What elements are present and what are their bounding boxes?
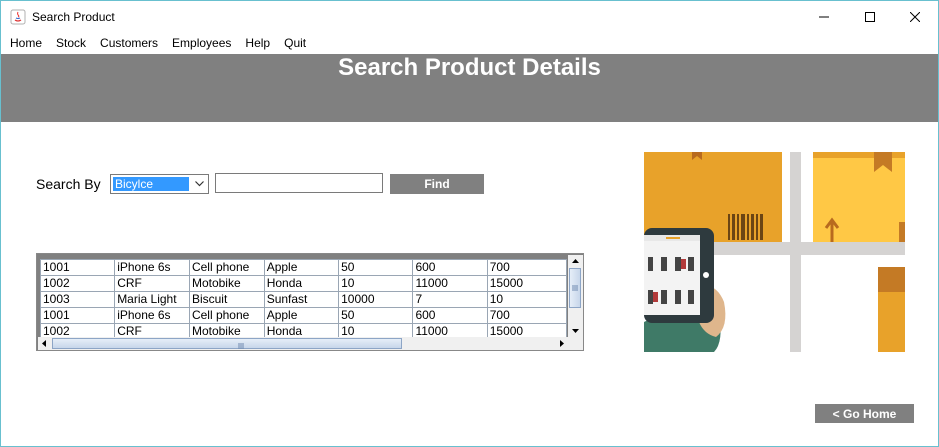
scroll-left-button[interactable] (38, 337, 50, 350)
dropdown-arrow[interactable] (190, 175, 208, 193)
table-row[interactable]: 1002 CRF Motobike Honda 10 11000 15000 (40, 275, 567, 292)
table-cell[interactable]: Motobike (188, 323, 265, 337)
table-cell[interactable]: 11000 (412, 323, 488, 337)
table-cell[interactable]: Apple (263, 259, 340, 276)
chevron-down-icon (194, 181, 204, 187)
results-table: 1001 iPhone 6s Cell phone Apple 50 600 700 1002… (40, 259, 567, 337)
menu-stock[interactable]: Stock (49, 33, 93, 53)
table-cell[interactable]: Honda (263, 275, 340, 292)
table-row[interactable]: 1003 Maria Light Biscuit Sunfast 10000 7 10 (40, 291, 567, 308)
table-cell[interactable]: 7 (412, 291, 488, 308)
table-cell[interactable]: 10 (338, 323, 414, 337)
scrollbar-corner (568, 337, 583, 350)
menu-employees[interactable]: Employees (165, 33, 238, 53)
table-cell[interactable]: Biscuit (188, 291, 265, 308)
minimize-icon (819, 16, 829, 18)
java-app-icon (10, 9, 26, 25)
menu-home[interactable]: Home (3, 33, 49, 53)
table-cell[interactable]: CRF (114, 275, 190, 292)
table-cell[interactable]: Motobike (188, 275, 265, 292)
arrow-up-icon (572, 259, 579, 263)
menu-bar: Home Stock Customers Employees Help Quit (1, 33, 938, 53)
table-cell[interactable]: 15000 (486, 323, 567, 337)
table-cell[interactable]: 1002 (40, 275, 116, 292)
table-row[interactable]: 1001 iPhone 6s Cell phone Apple 50 600 700 (40, 307, 567, 324)
find-button[interactable]: Find (390, 174, 484, 194)
close-button[interactable] (892, 1, 938, 33)
search-by-label: Search By (36, 176, 101, 192)
results-table-scrollpane: 1001 iPhone 6s Cell phone Apple 50 600 700 1002… (36, 253, 584, 351)
scroll-right-button[interactable] (556, 337, 568, 350)
vertical-scroll-thumb[interactable] (569, 268, 581, 308)
table-cell[interactable]: 10000 (338, 291, 414, 308)
arrow-left-icon (42, 340, 46, 347)
horizontal-scroll-thumb[interactable] (52, 338, 402, 349)
maximize-icon (865, 12, 875, 22)
window-title: Search Product (32, 10, 115, 24)
app-window: Search Product Home Stock Customers Empl… (0, 0, 939, 447)
table-cell[interactable]: 1001 (40, 259, 116, 276)
scroll-down-button[interactable] (568, 325, 583, 337)
table-cell[interactable]: 600 (412, 259, 488, 276)
table-row[interactable]: 1001 iPhone 6s Cell phone Apple 50 600 700 (40, 259, 567, 276)
search-by-selected-value: Bicylce (112, 176, 190, 192)
table-cell[interactable]: Cell phone (188, 307, 265, 324)
vertical-scrollbar[interactable] (568, 255, 583, 337)
menu-help[interactable]: Help (238, 33, 277, 53)
table-cell[interactable]: Cell phone (188, 259, 265, 276)
table-cell[interactable]: Apple (263, 307, 340, 324)
table-cell[interactable]: 10 (486, 291, 567, 308)
table-cell[interactable]: Maria Light (114, 291, 190, 308)
search-input[interactable] (215, 173, 383, 193)
table-cell[interactable]: CRF (114, 323, 190, 337)
minimize-button[interactable] (801, 1, 847, 33)
table-cell[interactable]: 1001 (40, 307, 116, 324)
page-title: Search Product Details (338, 54, 601, 81)
table-cell[interactable]: iPhone 6s (114, 307, 190, 324)
menu-customers[interactable]: Customers (93, 33, 165, 53)
grip-icon (238, 343, 244, 349)
arrow-right-icon (560, 340, 564, 347)
table-cell[interactable]: 1003 (40, 291, 116, 308)
table-cell[interactable]: 50 (338, 259, 414, 276)
inventory-illustration (644, 152, 905, 352)
menu-quit[interactable]: Quit (277, 33, 313, 53)
go-home-button[interactable]: < Go Home (815, 404, 914, 423)
horizontal-scrollbar[interactable] (38, 337, 568, 350)
table-cell[interactable]: 700 (486, 259, 567, 276)
page-header: Search Product Details (1, 54, 938, 122)
table-cell[interactable]: Sunfast (263, 291, 340, 308)
table-cell[interactable]: iPhone 6s (114, 259, 190, 276)
table-cell[interactable]: 700 (486, 307, 567, 324)
table-cell[interactable]: 11000 (412, 275, 488, 292)
results-table-viewport: 1001 iPhone 6s Cell phone Apple 50 600 700 1002… (40, 259, 567, 337)
arrow-down-icon (572, 329, 579, 333)
table-cell[interactable]: 10 (338, 275, 414, 292)
scroll-up-button[interactable] (568, 255, 583, 267)
grip-icon (572, 285, 578, 291)
table-cell[interactable]: 600 (412, 307, 488, 324)
table-row[interactable]: 1002 CRF Motobike Honda 10 11000 15000 (40, 323, 567, 337)
maximize-button[interactable] (847, 1, 893, 33)
search-by-select[interactable]: Bicylce (110, 174, 209, 194)
table-cell[interactable]: Honda (263, 323, 340, 337)
table-cell[interactable]: 15000 (486, 275, 567, 292)
close-icon (910, 12, 920, 22)
title-bar[interactable]: Search Product (1, 1, 938, 33)
table-cell[interactable]: 1002 (40, 323, 116, 337)
table-cell[interactable]: 50 (338, 307, 414, 324)
